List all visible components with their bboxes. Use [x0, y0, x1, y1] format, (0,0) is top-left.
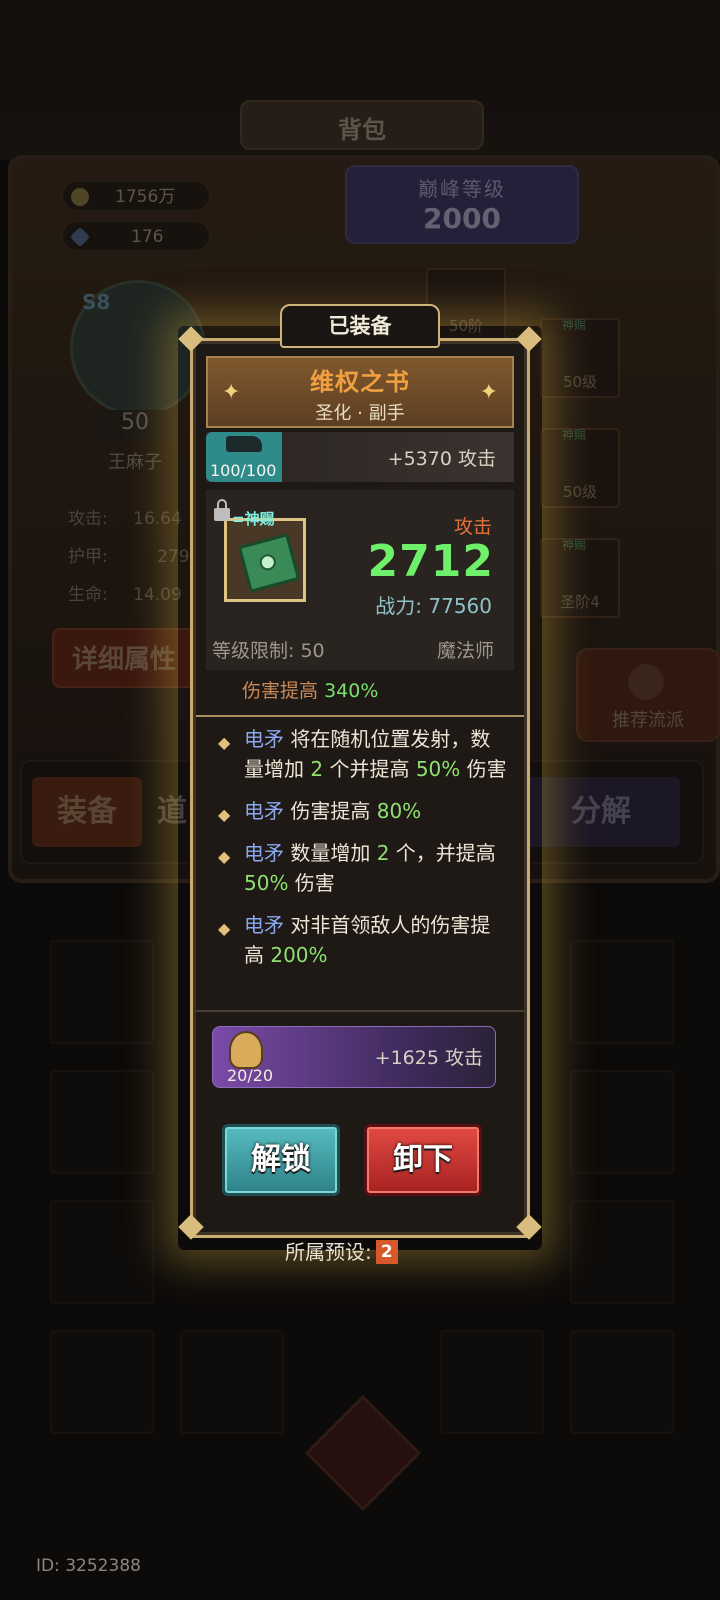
diamond-bullet-icon: ◆ — [218, 919, 231, 938]
divine-tag-text: 神赐 — [244, 510, 275, 528]
divider — [196, 715, 524, 717]
effect-number: 50% — [415, 757, 461, 781]
diamond-bullet-icon: ◆ — [218, 847, 231, 866]
effect-item: ◆ 电矛 将在随机位置发射，数量增加 2 个并提高 50% 伤害 — [214, 724, 510, 784]
unequip-button[interactable]: 卸下 — [364, 1124, 482, 1196]
effect-text: 个，并提高 — [389, 841, 496, 865]
skill-keyword: 电矛 — [244, 841, 284, 865]
praying-hands-icon — [229, 1031, 263, 1069]
player-id: ID: 3252388 — [36, 1556, 141, 1576]
effects-list[interactable]: ◆ 电矛 将在随机位置发射，数量增加 2 个并提高 50% 伤害 ◆ 电矛 伤害提高 … — [214, 724, 510, 982]
effect-text: 伤害 — [460, 757, 507, 781]
enhance-bonus: +5370 攻击 — [387, 448, 496, 470]
book-gem — [257, 552, 278, 573]
attribute-value: 340% — [324, 680, 379, 702]
diamond-bullet-icon: ◆ — [218, 805, 231, 824]
sparkle-icon: ✦ — [222, 380, 241, 405]
effect-number: 200% — [270, 943, 328, 967]
skill-keyword: 电矛 — [244, 799, 284, 823]
diamond-bullet-icon: ◆ — [218, 733, 231, 752]
preset-info: 所属预设: 2 — [285, 1236, 398, 1265]
preset-label: 所属预设: — [285, 1240, 372, 1264]
combat-power: 战力: 77560 — [375, 594, 492, 618]
attribute-text: 伤害提高 340% — [242, 676, 378, 703]
effect-text: 个并提高 — [323, 757, 416, 781]
unlock-button[interactable]: 解锁 — [222, 1124, 340, 1196]
stat-label: 攻击 — [453, 516, 492, 538]
item-name: 维权之书 — [310, 368, 410, 396]
attribute-label: 伤害提高 — [242, 680, 319, 702]
effect-number: 80% — [376, 799, 422, 823]
item-icon-frame — [224, 518, 306, 602]
enhance-count: 100/100 — [210, 461, 277, 480]
effect-text: 伤害 — [288, 871, 335, 895]
effect-text: 伤害提高 — [284, 799, 377, 823]
blessing-count: 20/20 — [227, 1066, 274, 1085]
item-header: ✦ ✦ 维权之书 圣化 · 副手 — [206, 356, 514, 428]
effect-number: 2 — [376, 841, 390, 865]
effect-item: ◆ 电矛 伤害提高 80% — [214, 796, 510, 826]
anvil-badge: 100/100 — [206, 432, 282, 482]
equipped-status-tab: 已装备 — [280, 304, 440, 348]
class-requirement: 魔法师 — [436, 640, 494, 662]
item-type: 圣化 · 副手 — [315, 403, 405, 424]
skill-keyword: 电矛 — [244, 727, 284, 751]
effect-item: ◆ 电矛 数量增加 2 个，并提高 50% 伤害 — [214, 838, 510, 898]
blessing-bar: 20/20 +1625 攻击 — [212, 1026, 496, 1088]
enhance-row: 100/100 +5370 攻击 — [206, 432, 514, 482]
effect-text: 数量增加 — [284, 841, 377, 865]
effect-item: ◆ 电矛 对非首领敌人的伤害提高 200% — [214, 910, 510, 970]
anvil-icon — [226, 436, 262, 452]
book-icon — [237, 533, 301, 593]
stat-value: 2712 — [367, 536, 494, 587]
level-limit: 等级限制: 50 — [212, 640, 325, 662]
divider — [196, 1010, 524, 1012]
effect-number: 2 — [310, 757, 324, 781]
lock-icon[interactable] — [214, 499, 230, 521]
skill-keyword: 电矛 — [244, 913, 284, 937]
effect-number: 50% — [244, 871, 289, 895]
preset-badge: 2 — [375, 1240, 398, 1264]
divine-tag: =神赐 — [232, 510, 275, 528]
stat-panel: =神赐 攻击 2712 战力: 77560 等级限制: 50 魔法师 — [206, 490, 514, 670]
sparkle-icon: ✦ — [479, 380, 498, 405]
scrolled-attribute-line: 伤害提高 340% — [206, 676, 514, 716]
blessing-bonus: +1625 攻击 — [374, 1047, 483, 1069]
